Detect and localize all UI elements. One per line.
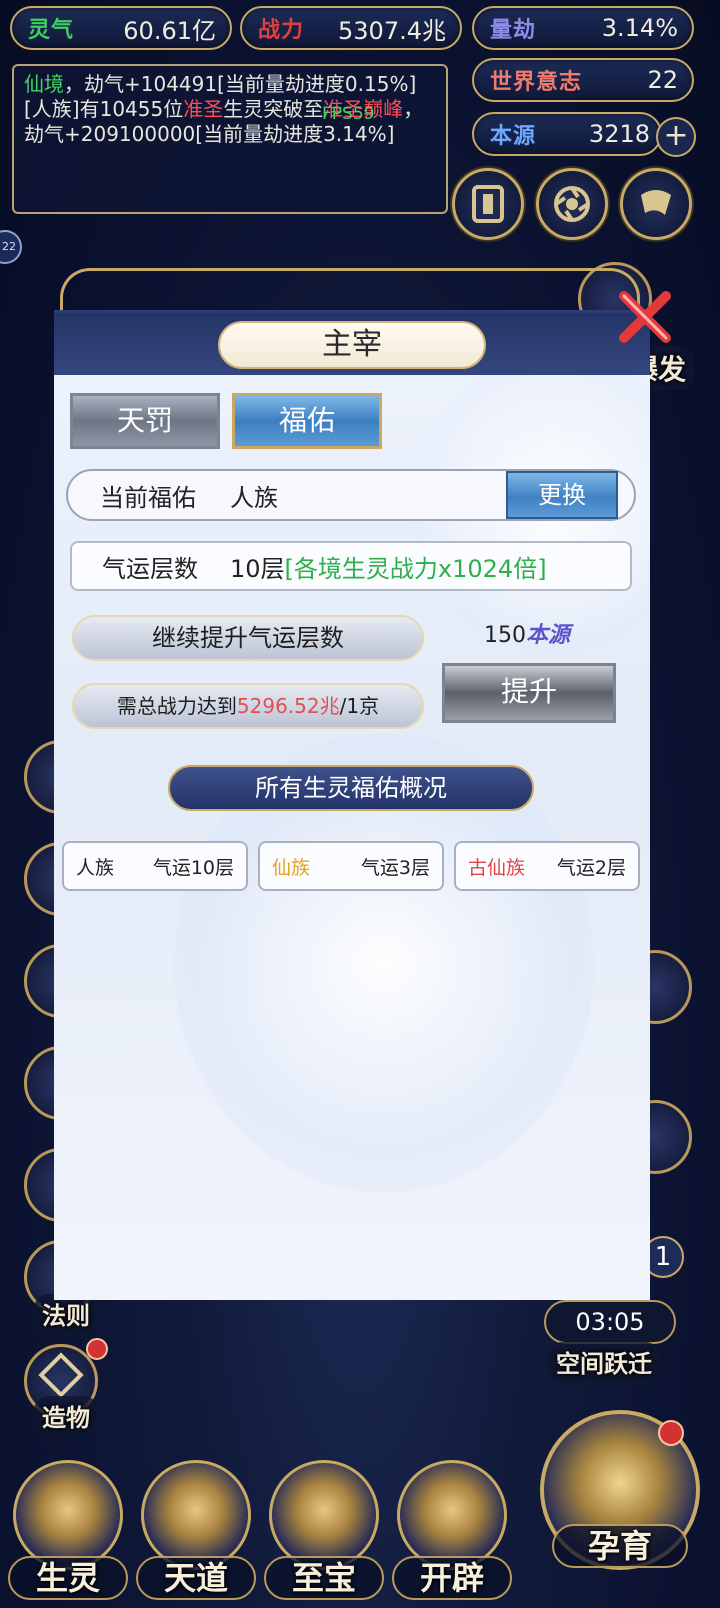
creation-alert-dot: [86, 1338, 108, 1360]
overview-title: 所有生灵福佑概况: [168, 765, 534, 811]
vortex-button[interactable]: [536, 168, 608, 240]
nav-breed-label[interactable]: 孕育: [552, 1524, 688, 1568]
genesis-emblem-icon: [397, 1460, 507, 1570]
dialog-header: 主宰: [54, 313, 650, 375]
log-line2-b: 准圣: [183, 97, 224, 121]
race-name: 人族: [76, 856, 115, 879]
race-card-human: 人族 气运10层: [62, 841, 248, 891]
req-value: 5296.52兆: [236, 694, 340, 718]
lingqi-label: 灵气: [28, 17, 75, 43]
left-level-badge[interactable]: 22: [0, 230, 22, 264]
space-jump-label[interactable]: 空间跃迁: [548, 1342, 660, 1381]
zhanli-label: 战力: [258, 17, 305, 43]
race-luck: 气运2层: [556, 856, 626, 879]
space-jump-timer: 03:05: [544, 1300, 676, 1344]
nav-heaven-label: 天道: [136, 1556, 256, 1600]
nav-creatures[interactable]: 生灵: [8, 1460, 128, 1600]
world-will-value: 22: [647, 66, 678, 94]
scroll-button[interactable]: [620, 168, 692, 240]
log-line1: ，劫气+104491[当前量劫进度0.15%]: [64, 72, 417, 96]
cost-value: 150: [484, 623, 526, 648]
current-bless-value: 人族: [230, 483, 278, 512]
resource-world-will[interactable]: 世界意志 22: [472, 58, 694, 102]
log-line2-a: [人族]有10455位: [24, 97, 184, 121]
creatures-emblem-icon: [13, 1460, 123, 1570]
benyuan-label: 本源: [490, 123, 537, 149]
change-button[interactable]: 更换: [506, 471, 618, 519]
card-icon: [472, 185, 504, 223]
race-luck: 气运3层: [360, 856, 430, 879]
luck-level-label: 气运层数: [102, 554, 198, 583]
scroll-icon: [641, 190, 671, 215]
continue-upgrade-label: 继续提升气运层数: [72, 615, 424, 661]
race-name: 古仙族: [468, 856, 526, 879]
nav-genesis[interactable]: 开辟: [392, 1460, 512, 1600]
creation-label[interactable]: 造物: [34, 1396, 98, 1435]
lingqi-value: 60.61亿: [123, 16, 216, 45]
race-card-immortal: 仙族 气运3层: [258, 841, 444, 891]
dominate-dialog: 主宰 天罚 福佑 当前福佑 人族 更换 气运层数 10层 [各境生灵战力x102…: [54, 310, 650, 1300]
requirement-pill: 需总战力达到5296.52兆/1京: [72, 683, 424, 729]
race-name: 仙族: [272, 856, 311, 879]
race-luck: 气运10层: [152, 856, 234, 879]
event-log: 仙境，劫气+104491[当前量劫进度0.15%] [人族]有10455位准圣生…: [12, 64, 448, 214]
resource-liangjie[interactable]: 量劫 3.14%: [472, 6, 694, 50]
card-button[interactable]: [452, 168, 524, 240]
resource-lingqi: 灵气 60.61亿: [10, 6, 232, 50]
resource-benyuan: 本源 3218: [472, 112, 662, 156]
cost-unit: 本源: [526, 622, 571, 648]
nav-genesis-label: 开辟: [392, 1556, 512, 1600]
world-will-label: 世界意志: [490, 69, 583, 95]
vortex-icon: [554, 186, 590, 222]
dialog-title: 主宰: [218, 321, 486, 369]
race-card-ancient: 古仙族 气运2层: [454, 841, 640, 891]
luck-level-row: 气运层数 10层 [各境生灵战力x1024倍]: [70, 541, 632, 591]
close-icon[interactable]: [616, 288, 674, 346]
req-prefix: 需总战力达到: [116, 694, 237, 718]
zhanli-value: 5307.4兆: [338, 16, 446, 45]
liangjie-label: 量劫: [490, 17, 537, 43]
benyuan-value: 3218: [588, 120, 650, 148]
treasure-emblem-icon: [269, 1460, 379, 1570]
tab-punish[interactable]: 天罚: [70, 393, 220, 449]
log-line2-c: 生灵突破至: [223, 97, 324, 121]
resource-zhanli: 战力 5307.4兆: [240, 6, 462, 50]
tab-bless[interactable]: 福佑: [232, 393, 382, 449]
luck-level-value: 10层: [230, 554, 285, 583]
current-bless-label: 当前福佑: [100, 483, 196, 512]
nav-treasure-label: 至宝: [264, 1556, 384, 1600]
nav-creatures-label: 生灵: [8, 1556, 128, 1600]
fps-counter: FPS59: [322, 104, 375, 124]
req-suffix: /1京: [339, 694, 380, 718]
add-benyuan-button[interactable]: +: [656, 117, 696, 157]
nav-heaven[interactable]: 天道: [136, 1460, 256, 1600]
nav-treasure[interactable]: 至宝: [264, 1460, 384, 1600]
heaven-emblem-icon: [141, 1460, 251, 1570]
liangjie-value: 3.14%: [601, 14, 678, 42]
upgrade-cost: 150本源: [484, 617, 570, 649]
luck-level-effect: [各境生灵战力x1024倍]: [284, 554, 547, 583]
log-realm: 仙境: [24, 72, 64, 96]
breed-alert-dot: [658, 1420, 684, 1446]
promote-button[interactable]: 提升: [442, 663, 616, 723]
